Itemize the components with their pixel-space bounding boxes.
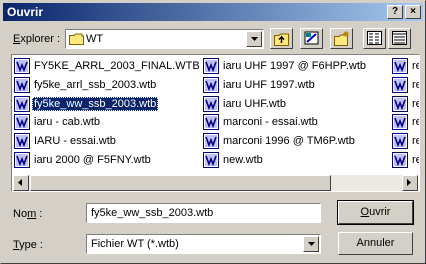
file-name: new.wtb [223,154,263,166]
arrow-right-icon [407,179,411,186]
wtb-file-icon [392,77,408,93]
wtb-file-icon [14,152,30,168]
file-name: re [412,135,419,147]
wtb-file-icon [14,77,30,93]
filename-input[interactable]: fy5ke_ww_ssb_2003.wtb [86,203,321,223]
wtb-file-icon [203,58,219,74]
file-name: iaru 2000 @ F5FNY.wtb [34,154,151,166]
wtb-file-icon [203,96,219,112]
folder-icon [69,33,84,45]
wtb-file-icon [203,133,219,149]
wtb-file-icon [392,152,408,168]
file-name: iaru UHF 1997 @ F6HPP.wtb [223,60,367,72]
wtb-file-icon [203,114,219,130]
lookin-dropdown-button[interactable] [246,31,262,47]
wtb-file-icon [392,114,408,130]
file-name: marconi 1996 @ TM6P.wtb [223,135,355,147]
new-folder-button[interactable] [330,28,353,49]
file-name: re [412,60,419,72]
wtb-file-icon [14,58,30,74]
scroll-right-button[interactable] [402,175,418,191]
open-dialog: Ouvrir ? × Explorer : WT r r r r r r new… [0,0,426,264]
filename-label: Nom : [13,208,43,220]
wtb-file-icon [203,77,219,93]
list-view-icon [367,31,382,45]
filename-value: fy5ke_ww_ssb_2003.wtb [91,207,214,219]
filetype-dropdown-button[interactable] [303,236,319,252]
file-name: re [412,98,419,110]
filetype-value: Fichier WT (*.wtb) [91,238,179,250]
title-bar[interactable]: Ouvrir ? × [3,3,423,21]
desktop-button[interactable] [300,28,323,49]
chevron-down-icon [251,37,258,41]
up-folder-button[interactable] [270,28,293,49]
lookin-label: Explorer : [13,33,61,45]
wtb-file-icon [203,152,219,168]
filetype-combo[interactable]: Fichier WT (*.wtb) [86,234,321,254]
lookin-combo[interactable]: WT [65,29,264,49]
file-name: re [412,154,419,166]
wtb-file-icon [392,58,408,74]
desktop-icon [304,31,319,45]
up-folder-icon [274,33,289,46]
file-list[interactable]: re re re re re re new.wtb marconi 1996 @ TM6P.w… [11,54,420,192]
file-name: FY5KE_ARRL_2003_FINAL.WTB [34,60,200,72]
file-name: marconi - essai.wtb [223,116,318,128]
new-folder-icon [334,31,349,46]
wtb-file-icon [14,133,30,149]
file-name: fy5ke_ww_ssb_2003.wtb [32,97,159,111]
horizontal-scrollbar[interactable] [13,175,418,191]
wtb-file-icon [14,96,30,112]
chevron-down-icon [308,242,315,246]
details-view-button[interactable] [388,28,411,49]
file-name: iaru UHF.wtb [223,98,286,110]
wtb-file-icon [392,96,408,112]
scroll-thumb[interactable] [30,175,331,191]
arrow-left-icon [18,179,22,186]
file-name: re [412,116,419,128]
open-button[interactable]: Ouvrir [337,200,414,225]
cancel-button[interactable]: Annuler [338,232,413,255]
wtb-file-icon [392,133,408,149]
file-name: iaru UHF 1997.wtb [223,79,315,91]
file-name: iaru - cab.wtb [34,116,101,128]
window-title: Ouvrir [7,5,44,19]
file-name: fy5ke_arrl_ssb_2003.wtb [34,79,157,91]
file-name: re [412,79,419,91]
details-view-icon [392,31,407,45]
close-button[interactable]: × [405,5,421,19]
filetype-label: Type : [13,239,43,251]
file-name: IARU - essai.wtb [34,135,116,147]
scroll-left-button[interactable] [13,175,29,191]
lookin-folder-name: WT [86,33,104,45]
help-button[interactable]: ? [387,5,403,19]
wtb-file-icon [14,114,30,130]
list-view-button[interactable] [363,28,386,49]
